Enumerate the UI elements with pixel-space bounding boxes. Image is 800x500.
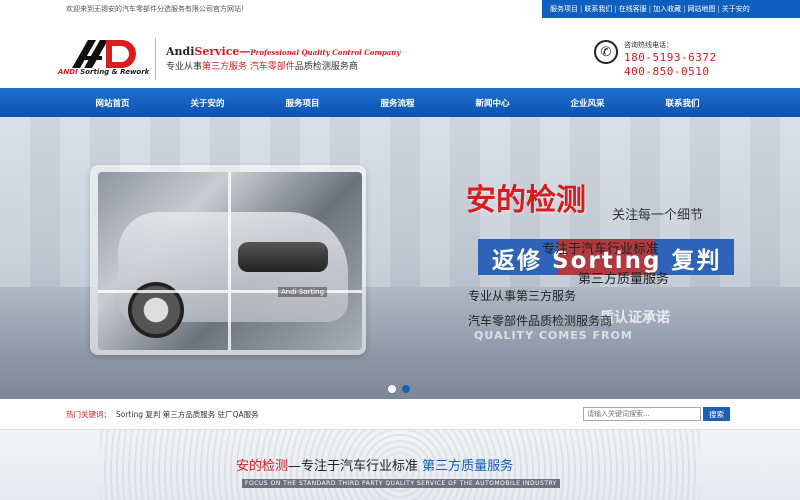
phone-icon: ✆ xyxy=(594,40,618,64)
hotline: ✆ 咨询热线电话： 180-5193-6372 400-850-0510 xyxy=(594,38,744,88)
header: ANDI Sorting & Rework AndiService—Profes… xyxy=(0,18,800,88)
hero-banner[interactable]: Andi Sorting 安的检测 关注每一个细节 返修 Sorting 复判 … xyxy=(0,117,800,399)
slide-dot-active[interactable] xyxy=(402,385,410,393)
banner-photo: Andi Sorting xyxy=(98,172,362,350)
brand-name: AndiService—Professional Quality Control… xyxy=(166,45,401,58)
top-link-online-service[interactable]: 在线客服 xyxy=(619,4,647,14)
separator: | xyxy=(717,5,720,13)
slide-indicators xyxy=(388,385,410,393)
page: 欢迎来到无锡安的汽车零部件分选服务有限公司官方网站！ 服务项目 | 联系我们 | 在… xyxy=(0,0,800,500)
nav-item-contact[interactable]: 联系我们 xyxy=(635,88,730,117)
nav-item-news[interactable]: 新闻中心 xyxy=(445,88,540,117)
banner-title: 安的检测 xyxy=(466,183,586,218)
company-logo[interactable]: ANDI Sorting & Rework xyxy=(58,38,152,82)
hot-keywords-label: 热门关键词： xyxy=(66,410,111,419)
hot-keywords-bar: 热门关键词： Sorting 复判 第三方品质服务 驻厂QA服务 搜索 xyxy=(0,399,800,430)
logo-text: ANDI Sorting & Rework xyxy=(58,68,150,76)
header-divider xyxy=(155,38,156,80)
search-button[interactable]: 搜索 xyxy=(703,407,730,421)
section-title: 安的检测—专注于汽车行业标准 第三方质量服务 xyxy=(236,459,514,474)
top-bar: 欢迎来到无锡安的汽车零部件分选服务有限公司官方网站！ 服务项目 | 联系我们 | 在… xyxy=(0,0,800,18)
banner-line: 专业从事第三方服务 xyxy=(468,289,577,303)
hotline-number-1: 180-5193-6372 xyxy=(624,51,717,64)
section-subtitle: FOCUS ON THE STANDARD THIRD PARTY QUALIT… xyxy=(242,479,560,488)
search-input[interactable] xyxy=(583,407,701,421)
banner-english-text: QUALITY COMES FROM xyxy=(474,329,633,342)
banner-line: 汽车零部件品质检测服务商 xyxy=(468,314,613,328)
hotline-number-2: 400-850-0510 xyxy=(624,65,710,78)
hot-keywords[interactable]: Sorting 复判 第三方品质服务 驻厂QA服务 xyxy=(116,409,259,420)
welcome-text: 欢迎来到无锡安的汽车零部件分选服务有限公司官方网站！ xyxy=(66,5,248,13)
nav-item-home[interactable]: 网站首页 xyxy=(65,88,160,117)
intro-section: 安的检测—专注于汽车行业标准 第三方质量服务 FOCUS ON THE STAN… xyxy=(0,430,800,500)
slogan: 专业从事第三方服务 汽车零部件品质检测服务商 xyxy=(166,62,358,72)
banner-overlay-text: 专注于汽车行业标准 xyxy=(542,242,660,257)
top-link-about[interactable]: 关于安的 xyxy=(722,4,750,14)
nav-item-process[interactable]: 服务流程 xyxy=(350,88,445,117)
banner-subtitle: 关注每一个细节 xyxy=(612,208,704,223)
photo-divider xyxy=(228,172,231,350)
hotline-title: 咨询热线电话： xyxy=(624,41,673,49)
slide-dot[interactable] xyxy=(388,385,396,393)
top-link-services[interactable]: 服务项目 xyxy=(550,4,578,14)
nav-item-about[interactable]: 关于安的 xyxy=(160,88,255,117)
nav-item-services[interactable]: 服务项目 xyxy=(255,88,350,117)
separator: | xyxy=(683,5,686,13)
car-grill xyxy=(238,242,328,272)
main-nav: 网站首页 关于安的 服务项目 服务流程 新闻中心 企业风采 联系我们 xyxy=(0,88,800,117)
logo-mark-icon xyxy=(72,40,136,68)
top-link-bookmark[interactable]: 加入收藏 xyxy=(653,4,681,14)
separator: | xyxy=(648,5,652,13)
separator: | xyxy=(580,5,583,13)
banner-overlay-text: 第三方质量服务 xyxy=(578,272,670,287)
photo-label: Andi Sorting xyxy=(278,287,328,297)
top-link-sitemap[interactable]: 网站地图 xyxy=(687,4,715,14)
top-links: 服务项目 | 联系我们 | 在线客服 | 加入收藏 | 网站地图 | 关于安的 xyxy=(542,0,800,18)
nav-item-company[interactable]: 企业风采 xyxy=(540,88,635,117)
top-link-contact[interactable]: 联系我们 xyxy=(584,4,612,14)
separator: | xyxy=(614,5,617,13)
